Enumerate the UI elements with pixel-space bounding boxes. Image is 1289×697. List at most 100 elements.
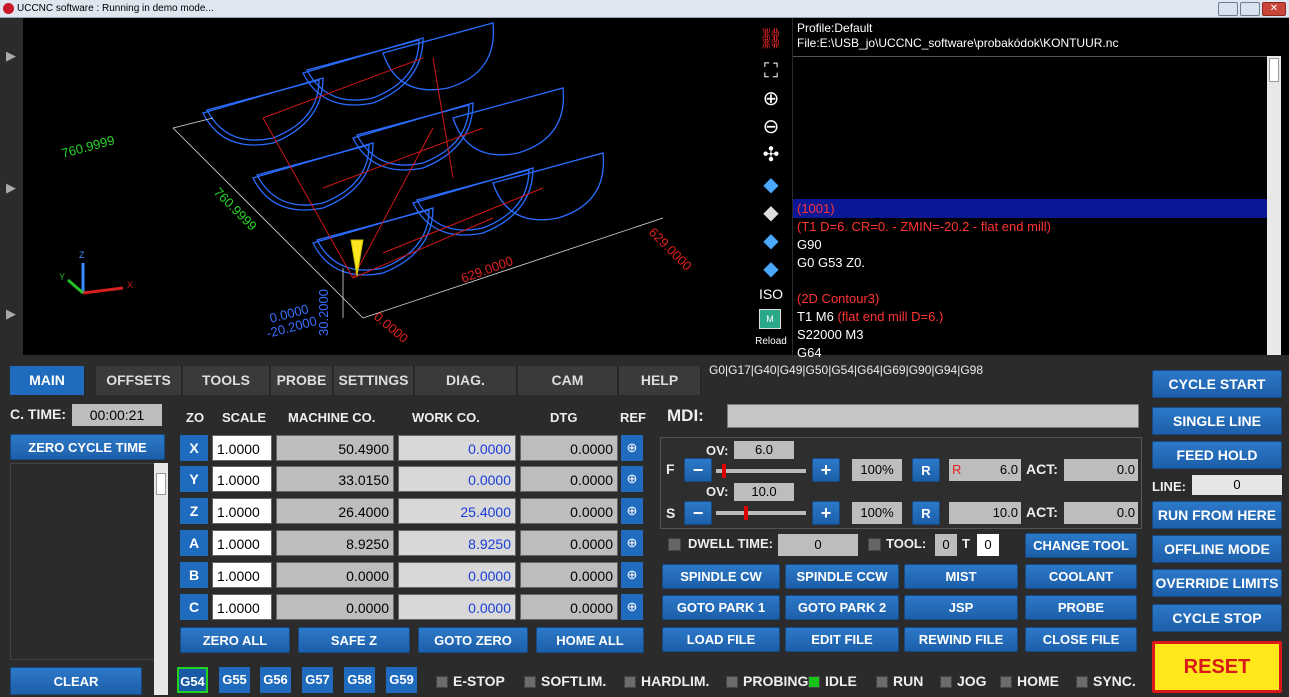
g59-button[interactable]: G59: [386, 667, 417, 693]
cycle-stop-button[interactable]: CYCLE STOP: [1152, 604, 1282, 632]
toolpath-3d-view[interactable]: 760.9999 760.9999 629.0000 629.0000 30.2…: [23, 18, 750, 355]
change-tool-button[interactable]: CHANGE TOOL: [1025, 533, 1137, 558]
probe-button[interactable]: PROBE: [1025, 595, 1137, 620]
scale-b-field[interactable]: 1.0000: [212, 562, 272, 588]
g54-button[interactable]: G54: [177, 667, 208, 693]
feed-hold-button[interactable]: FEED HOLD: [1152, 441, 1282, 469]
feed-reset-button[interactable]: R: [912, 458, 940, 482]
ref-x-target-icon[interactable]: ⊕: [621, 435, 643, 461]
spindle-slider[interactable]: [716, 511, 806, 515]
safe-z-button[interactable]: SAFE Z: [298, 627, 410, 653]
fit-view-icon[interactable]: ⛶: [750, 60, 792, 83]
expand-arrow-icon[interactable]: ▶: [0, 180, 22, 210]
ref-c-target-icon[interactable]: ⊕: [621, 594, 643, 620]
gcode-scrollbar[interactable]: [1267, 56, 1281, 355]
edit-file-button[interactable]: EDIT FILE: [785, 627, 899, 652]
close-file-button[interactable]: CLOSE FILE: [1025, 627, 1137, 652]
spindle-plus-button[interactable]: +: [812, 501, 840, 525]
jsp-button[interactable]: JSP: [904, 595, 1018, 620]
cycle-start-button[interactable]: CYCLE START: [1152, 370, 1282, 398]
pan-icon[interactable]: ✣: [750, 142, 792, 167]
zero-all-button[interactable]: ZERO ALL: [180, 627, 290, 653]
goto-park-2-button[interactable]: GOTO PARK 2: [785, 595, 899, 620]
mdi-input[interactable]: [727, 404, 1139, 428]
iso-view-button[interactable]: ISO: [750, 286, 792, 302]
view-cube-side-icon[interactable]: ◆: [750, 228, 792, 253]
work-z-field[interactable]: 25.4000: [398, 498, 516, 524]
tab-probe[interactable]: PROBE: [271, 366, 333, 395]
offline-mode-button[interactable]: OFFLINE MODE: [1152, 535, 1282, 563]
zero-cycle-time-button[interactable]: ZERO CYCLE TIME: [10, 434, 165, 460]
spindle-reset-button[interactable]: R: [912, 501, 940, 525]
work-a-field[interactable]: 8.9250: [398, 530, 516, 556]
view-cube-front-icon[interactable]: ◆: [750, 200, 792, 225]
message-scrollbar[interactable]: [154, 463, 168, 695]
scale-a-field[interactable]: 1.0000: [212, 530, 272, 556]
dwell-checkbox[interactable]: [668, 538, 681, 551]
zoom-in-icon[interactable]: ⊕: [750, 86, 792, 111]
mist-button[interactable]: MIST: [904, 564, 1018, 589]
clear-button[interactable]: CLEAR: [10, 667, 142, 695]
home-all-button[interactable]: HOME ALL: [536, 627, 644, 653]
tab-offsets[interactable]: OFFSETS: [96, 366, 182, 395]
zero-c-button[interactable]: C: [180, 594, 208, 620]
single-line-button[interactable]: SINGLE LINE: [1152, 407, 1282, 435]
load-file-button[interactable]: LOAD FILE: [662, 627, 780, 652]
minimize-icon[interactable]: [1218, 2, 1238, 16]
spindle-slider-knob[interactable]: [744, 506, 748, 520]
spindle-minus-button[interactable]: −: [684, 501, 712, 525]
zero-a-button[interactable]: A: [180, 530, 208, 556]
tool-checkbox[interactable]: [868, 538, 881, 551]
close-icon[interactable]: ✕: [1262, 2, 1286, 16]
zero-x-button[interactable]: X: [180, 435, 208, 461]
ref-b-target-icon[interactable]: ⊕: [621, 562, 643, 588]
gcode-listing[interactable]: (1001) (T1 D=6. CR=0. - ZMIN=-20.2 - fla…: [793, 56, 1267, 360]
g57-button[interactable]: G57: [302, 667, 333, 693]
zoom-out-icon[interactable]: ⊖: [750, 114, 792, 139]
tab-settings[interactable]: SETTINGS: [334, 366, 414, 395]
reload-badge-icon[interactable]: M: [759, 309, 781, 329]
scale-x-field[interactable]: 1.0000: [212, 435, 272, 461]
scale-c-field[interactable]: 1.0000: [212, 594, 272, 620]
feed-minus-button[interactable]: −: [684, 458, 712, 482]
zero-b-button[interactable]: B: [180, 562, 208, 588]
tab-tools[interactable]: TOOLS: [183, 366, 270, 395]
goto-park-1-button[interactable]: GOTO PARK 1: [662, 595, 780, 620]
tool-value-b[interactable]: 0: [977, 534, 999, 556]
expand-arrow-icon[interactable]: ▶: [0, 306, 22, 336]
rewind-file-button[interactable]: REWIND FILE: [904, 627, 1018, 652]
scale-z-field[interactable]: 1.0000: [212, 498, 272, 524]
tab-diag[interactable]: DIAG.: [415, 366, 517, 395]
zero-z-button[interactable]: Z: [180, 498, 208, 524]
scrollbar-thumb[interactable]: [156, 473, 166, 495]
work-y-field[interactable]: 0.0000: [398, 466, 516, 492]
spindle-cw-button[interactable]: SPINDLE CW: [662, 564, 780, 589]
scrollbar-thumb[interactable]: [1269, 58, 1279, 82]
view-cube-right-icon[interactable]: ◆: [750, 256, 792, 281]
work-b-field[interactable]: 0.0000: [398, 562, 516, 588]
expand-arrow-icon[interactable]: ▶: [0, 48, 22, 78]
goto-zero-button[interactable]: GOTO ZERO: [418, 627, 528, 653]
feed-slider-knob[interactable]: [722, 464, 726, 478]
zero-y-button[interactable]: Y: [180, 466, 208, 492]
tab-main[interactable]: MAIN: [10, 366, 85, 395]
feed-slider[interactable]: [716, 469, 806, 473]
ref-a-target-icon[interactable]: ⊕: [621, 530, 643, 556]
work-c-field[interactable]: 0.0000: [398, 594, 516, 620]
run-from-here-button[interactable]: RUN FROM HERE: [1152, 501, 1282, 529]
tab-cam[interactable]: CAM: [518, 366, 618, 395]
line-input[interactable]: 0: [1192, 475, 1282, 495]
override-limits-button[interactable]: OVERRIDE LIMITS: [1152, 569, 1282, 597]
feed-plus-button[interactable]: +: [812, 458, 840, 482]
ref-z-target-icon[interactable]: ⊕: [621, 498, 643, 524]
ref-y-target-icon[interactable]: ⊕: [621, 466, 643, 492]
reset-button[interactable]: RESET: [1152, 641, 1282, 693]
coolant-button[interactable]: COOLANT: [1025, 564, 1137, 589]
work-x-field[interactable]: 0.0000: [398, 435, 516, 461]
g55-button[interactable]: G55: [219, 667, 250, 693]
g56-button[interactable]: G56: [260, 667, 291, 693]
maximize-icon[interactable]: [1240, 2, 1260, 16]
scale-y-field[interactable]: 1.0000: [212, 466, 272, 492]
spindle-ccw-button[interactable]: SPINDLE CCW: [785, 564, 899, 589]
tab-help[interactable]: HELP: [619, 366, 701, 395]
